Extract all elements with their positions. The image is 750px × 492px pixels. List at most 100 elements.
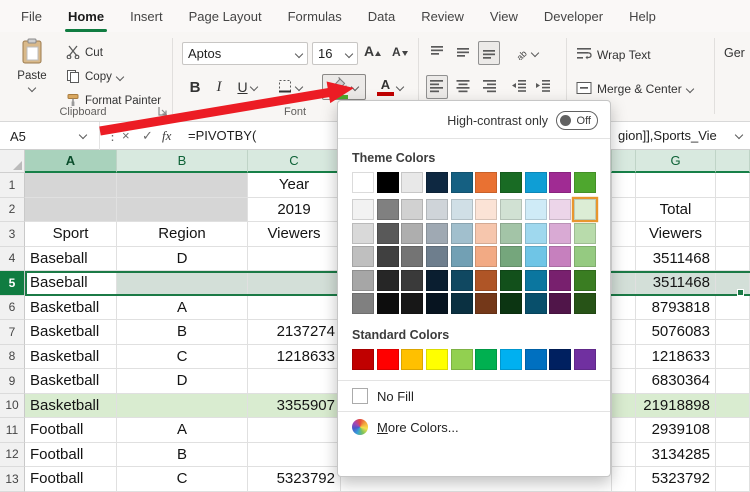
- color-swatch-084f6b[interactable]: [525, 293, 547, 314]
- cell-h12[interactable]: [716, 443, 750, 468]
- color-swatch-0b769f[interactable]: [525, 270, 547, 291]
- color-swatch-e97132[interactable]: [475, 172, 497, 193]
- number-format-combo[interactable]: Ger: [724, 46, 750, 60]
- cell-b10[interactable]: [117, 394, 248, 419]
- formula-text-right[interactable]: gion]],Sports_Vie: [618, 128, 717, 143]
- color-swatch-d9d9d9[interactable]: [352, 223, 374, 244]
- cell-c9[interactable]: [248, 369, 341, 394]
- cell-f28[interactable]: [612, 345, 636, 370]
- row-header-3[interactable]: 3: [0, 222, 25, 247]
- cell-h13[interactable]: [716, 467, 750, 492]
- cell-b11[interactable]: A: [117, 418, 248, 443]
- col-header-c[interactable]: C: [248, 150, 341, 173]
- enter-icon[interactable]: ✓: [142, 128, 153, 144]
- color-swatch-c00000[interactable]: [352, 349, 374, 370]
- cell-f29[interactable]: [612, 369, 636, 394]
- color-swatch-4ea72e[interactable]: [574, 172, 596, 193]
- cell-a11[interactable]: Football: [25, 418, 117, 443]
- font-name-combo[interactable]: Aptos: [182, 42, 308, 65]
- row-header-9[interactable]: 9: [0, 369, 25, 394]
- cell-b13[interactable]: C: [117, 467, 248, 492]
- col-header-f2[interactable]: [612, 150, 636, 173]
- tab-help[interactable]: Help: [616, 0, 669, 32]
- paste-button[interactable]: Paste: [8, 37, 56, 91]
- row-header-7[interactable]: 7: [0, 320, 25, 345]
- cell-h10[interactable]: [716, 394, 750, 419]
- insert-function-icon[interactable]: fx: [162, 128, 171, 144]
- color-swatch-ff0000[interactable]: [377, 349, 399, 370]
- color-swatch-0070c0[interactable]: [525, 349, 547, 370]
- cell-a2[interactable]: [25, 198, 117, 223]
- color-swatch-d1d1d1[interactable]: [401, 199, 423, 220]
- color-swatch-cfebf7[interactable]: [525, 199, 547, 220]
- decrease-indent-button[interactable]: [508, 75, 530, 99]
- cell-b9[interactable]: D: [117, 369, 248, 394]
- cell-f22[interactable]: [612, 198, 636, 223]
- cell-f25[interactable]: [612, 271, 636, 296]
- color-swatch-a02b93[interactable]: [549, 172, 571, 193]
- cell-b12[interactable]: B: [117, 443, 248, 468]
- cell-c7[interactable]: 2137274: [248, 320, 341, 345]
- color-swatch-dcedd5[interactable]: [574, 199, 596, 220]
- cell-a6[interactable]: Basketball: [25, 296, 117, 321]
- align-left-button[interactable]: [426, 75, 448, 99]
- cut-button[interactable]: Cut: [66, 42, 103, 64]
- color-swatch-92d050[interactable]: [451, 349, 473, 370]
- row-header-5[interactable]: 5: [0, 271, 25, 296]
- cell-a8[interactable]: Basketball: [25, 345, 117, 370]
- color-swatch-a6a6a6[interactable]: [352, 270, 374, 291]
- color-swatch-bfbfbf[interactable]: [352, 246, 374, 267]
- color-swatch-ffc000[interactable]: [401, 349, 423, 370]
- increase-font-size-button[interactable]: A: [364, 43, 381, 59]
- color-swatch-72a0b4[interactable]: [451, 246, 473, 267]
- color-swatch-0a3041[interactable]: [451, 293, 473, 314]
- borders-button[interactable]: [272, 75, 306, 99]
- color-swatch-3a3a3a[interactable]: [401, 270, 423, 291]
- cell-a9[interactable]: Basketball: [25, 369, 117, 394]
- color-swatch-00b0f0[interactable]: [500, 349, 522, 370]
- row-header-12[interactable]: 12: [0, 443, 25, 468]
- cell-g5[interactable]: 3511468: [636, 271, 716, 296]
- color-swatch-7030a0[interactable]: [574, 349, 596, 370]
- cell-f24[interactable]: [612, 247, 636, 272]
- decrease-font-size-button[interactable]: A: [392, 45, 408, 59]
- color-swatch-f6c6ad[interactable]: [475, 223, 497, 244]
- tab-insert[interactable]: Insert: [117, 0, 176, 32]
- orientation-button[interactable]: ab: [508, 41, 542, 65]
- bold-button[interactable]: B: [184, 75, 206, 99]
- cell-g10[interactable]: 21918898: [636, 394, 716, 419]
- row-header-13[interactable]: 13: [0, 467, 25, 492]
- wrap-text-button[interactable]: Wrap Text: [576, 44, 651, 66]
- color-swatch-404040[interactable]: [377, 246, 399, 267]
- color-swatch-12501b[interactable]: [500, 270, 522, 291]
- row-header-11[interactable]: 11: [0, 418, 25, 443]
- color-swatch-0a1e30[interactable]: [426, 270, 448, 291]
- cell-f211[interactable]: [612, 418, 636, 443]
- color-swatch-78206e[interactable]: [549, 270, 571, 291]
- merge-center-button[interactable]: Merge & Center: [576, 78, 693, 100]
- cell-b5[interactable]: [117, 271, 248, 296]
- cell-c2[interactable]: 2019: [248, 198, 341, 223]
- col-header-a[interactable]: A: [25, 150, 117, 173]
- color-swatch-ffff00[interactable]: [426, 349, 448, 370]
- cell-b6[interactable]: A: [117, 296, 248, 321]
- tab-review[interactable]: Review: [408, 0, 477, 32]
- italic-button[interactable]: I: [208, 75, 230, 99]
- color-swatch-0c3512[interactable]: [500, 293, 522, 314]
- cell-h2[interactable]: [716, 198, 750, 223]
- no-fill-option[interactable]: No Fill: [352, 381, 596, 411]
- color-swatch-6fc5e6[interactable]: [525, 246, 547, 267]
- row-header-6[interactable]: 6: [0, 296, 25, 321]
- cell-h3[interactable]: [716, 222, 750, 247]
- color-swatch-a1bfcd[interactable]: [451, 223, 473, 244]
- cell-c11[interactable]: [248, 418, 341, 443]
- color-swatch-000000[interactable]: [377, 172, 399, 193]
- row-header-10[interactable]: 10: [0, 394, 25, 419]
- tab-formulas[interactable]: Formulas: [275, 0, 355, 32]
- cell-c4[interactable]: [248, 247, 341, 272]
- row-header-4[interactable]: 4: [0, 247, 25, 272]
- tab-developer[interactable]: Developer: [531, 0, 616, 32]
- align-middle-button[interactable]: [452, 41, 474, 65]
- cell-g9[interactable]: 6830364: [636, 369, 716, 394]
- align-top-button[interactable]: [426, 41, 448, 65]
